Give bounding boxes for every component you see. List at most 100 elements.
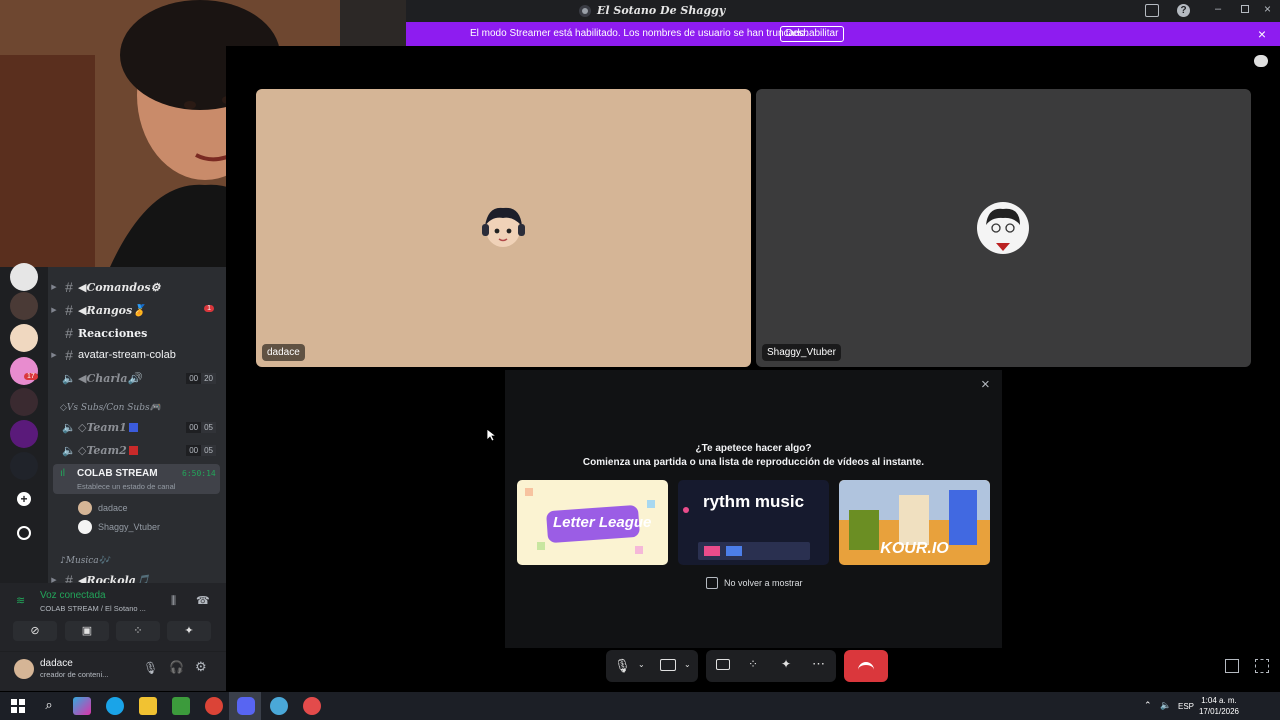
- tile-label: Shaggy_Vtuber: [762, 344, 841, 361]
- camera-off-button[interactable]: ⊘: [13, 621, 57, 641]
- caret-icon: ▶: [51, 284, 57, 291]
- popout-icon[interactable]: [1225, 659, 1239, 673]
- server-icon[interactable]: [10, 420, 38, 448]
- category-label: ♪Musica🎶: [60, 556, 110, 566]
- clock-date[interactable]: 17/01/2026: [1196, 707, 1242, 716]
- channel-reacciones[interactable]: # Reacciones: [48, 323, 226, 343]
- server-icon[interactable]: [10, 452, 38, 480]
- category-label: ◇Vs Subs/Con Subs🎮: [60, 403, 161, 413]
- mention-badge: 17: [24, 373, 38, 380]
- user-count: 00 20: [186, 372, 216, 384]
- activity-card-rythm[interactable]: rythm music: [678, 480, 829, 565]
- channel-rangos[interactable]: ▶ # ◀Rangos🏅 1: [48, 300, 226, 320]
- unread-badge: 1: [204, 305, 214, 312]
- search-icon[interactable]: ⌕: [40, 697, 58, 715]
- discover-icon[interactable]: [17, 526, 31, 540]
- channel-name: ◇Team2: [78, 443, 127, 457]
- user-count: 00 05: [186, 421, 216, 433]
- server-icon[interactable]: [10, 388, 38, 416]
- app-icon[interactable]: [270, 697, 288, 715]
- microphone-icon[interactable]: 🎙: [143, 661, 158, 675]
- maximize-button[interactable]: [1241, 5, 1249, 13]
- channel-name: avatar-stream-colab: [78, 349, 176, 361]
- volume-icon[interactable]: 🔈: [1160, 700, 1171, 711]
- soundboard-button[interactable]: ✦: [167, 621, 211, 641]
- disable-streamer-button[interactable]: Deshabilitar: [780, 26, 844, 42]
- activity-card-letter-league[interactable]: Letter League: [517, 480, 668, 565]
- activity-card-kour[interactable]: KOUR.IO: [839, 480, 990, 565]
- activity-title: ¿Te apetece hacer algo?: [695, 443, 812, 454]
- activities-icon[interactable]: ⁘: [748, 657, 758, 671]
- activity-close-icon[interactable]: ×: [981, 376, 990, 393]
- channel-comandos[interactable]: ▶ # ◀Comandos⚙: [48, 277, 226, 297]
- noise-suppression-icon[interactable]: ⫼: [171, 595, 176, 608]
- voice-member-shaggy[interactable]: Shaggy_Vtuber: [48, 517, 226, 537]
- channel-status-prompt[interactable]: Establece un estado de canal: [77, 482, 175, 491]
- activities-button[interactable]: ⁘: [116, 621, 160, 641]
- window-title: El Sotano De Shaggy: [597, 4, 726, 17]
- minimize-button[interactable]: –: [1215, 3, 1221, 15]
- minecraft-icon[interactable]: [172, 697, 190, 715]
- stream-timer: 6:50:14: [182, 469, 216, 478]
- headphones-icon[interactable]: 🎧: [169, 660, 184, 674]
- close-window-button[interactable]: ×: [1264, 2, 1271, 16]
- channel-name: ◇Team1: [78, 420, 127, 434]
- hash-icon: #: [65, 302, 73, 318]
- screen-share-button[interactable]: ▣: [65, 621, 109, 641]
- channel-name: ◀Charla🔊: [78, 371, 142, 385]
- soundboard-icon[interactable]: ✦: [781, 657, 791, 671]
- start-icon[interactable]: [9, 697, 27, 715]
- chrome-icon[interactable]: [205, 697, 223, 715]
- edge-icon[interactable]: [106, 697, 124, 715]
- member-name: Shaggy_Vtuber: [98, 522, 161, 532]
- help-icon[interactable]: ?: [1177, 4, 1190, 17]
- inbox-icon[interactable]: [1145, 4, 1159, 17]
- disconnect-icon[interactable]: ☎: [196, 594, 210, 607]
- signal-icon: ≋: [16, 595, 26, 607]
- clock-time[interactable]: 1:04 a. m.: [1196, 696, 1242, 705]
- server-icon[interactable]: [10, 263, 38, 291]
- more-options-icon[interactable]: ⋯: [812, 656, 825, 672]
- caret-icon: ▶: [51, 577, 57, 583]
- chevron-down-icon[interactable]: ⌄: [684, 660, 691, 669]
- channel-avatar-stream-colab[interactable]: ▶ # avatar-stream-colab: [48, 345, 226, 365]
- chevron-down-icon[interactable]: ⌄: [638, 660, 645, 669]
- voice-location[interactable]: COLAB STREAM / El Sotano ...: [40, 604, 146, 613]
- disconnect-button[interactable]: [844, 650, 888, 682]
- language-indicator[interactable]: ESP: [1178, 702, 1194, 711]
- fullscreen-icon[interactable]: [1255, 659, 1269, 673]
- screen-share-icon[interactable]: [716, 659, 730, 670]
- user-name[interactable]: dadace: [40, 658, 73, 669]
- video-tile-dadace[interactable]: dadace: [256, 89, 751, 367]
- file-explorer-icon[interactable]: [139, 697, 157, 715]
- add-server-icon[interactable]: +: [17, 492, 31, 506]
- voice-active-icon: ıl: [60, 468, 65, 479]
- server-icon[interactable]: [10, 324, 38, 352]
- voice-channel-charla[interactable]: 🔈 ◀Charla🔊 00 20: [48, 368, 226, 388]
- server-icon[interactable]: [10, 292, 38, 320]
- discord-icon[interactable]: [237, 697, 255, 715]
- chat-bubble-icon[interactable]: [1254, 55, 1268, 67]
- category-subs[interactable]: ◇Vs Subs/Con Subs🎮: [48, 398, 226, 418]
- video-tile-shaggy[interactable]: Shaggy_Vtuber: [756, 89, 1251, 367]
- dont-show-checkbox[interactable]: [706, 577, 718, 589]
- settings-gear-icon[interactable]: ⚙: [195, 659, 207, 675]
- obs-icon[interactable]: [303, 697, 321, 715]
- hash-icon: #: [65, 347, 73, 363]
- hash-icon: #: [65, 325, 73, 341]
- voice-channel-team2[interactable]: 🔈 ◇Team2 00 05: [48, 440, 226, 460]
- server-icon[interactable]: [10, 357, 38, 385]
- category-music[interactable]: ♪Musica🎶: [48, 551, 226, 571]
- server-icon: [579, 5, 591, 17]
- avatar[interactable]: [14, 659, 34, 679]
- windows-taskbar: [0, 692, 1280, 720]
- voice-channel-team1[interactable]: 🔈 ◇Team1 00 05: [48, 417, 226, 437]
- camera-off-icon[interactable]: [660, 659, 676, 671]
- channel-rockola[interactable]: ▶ # ◀Rockola🎵: [48, 570, 226, 583]
- copilot-icon[interactable]: [73, 697, 91, 715]
- member-name: dadace: [98, 503, 128, 513]
- tray-chevron-icon[interactable]: ⌃: [1144, 700, 1152, 711]
- microphone-icon[interactable]: 🎙: [614, 658, 631, 674]
- banner-close-icon[interactable]: ×: [1255, 26, 1269, 42]
- voice-status: Voz conectada: [40, 590, 106, 601]
